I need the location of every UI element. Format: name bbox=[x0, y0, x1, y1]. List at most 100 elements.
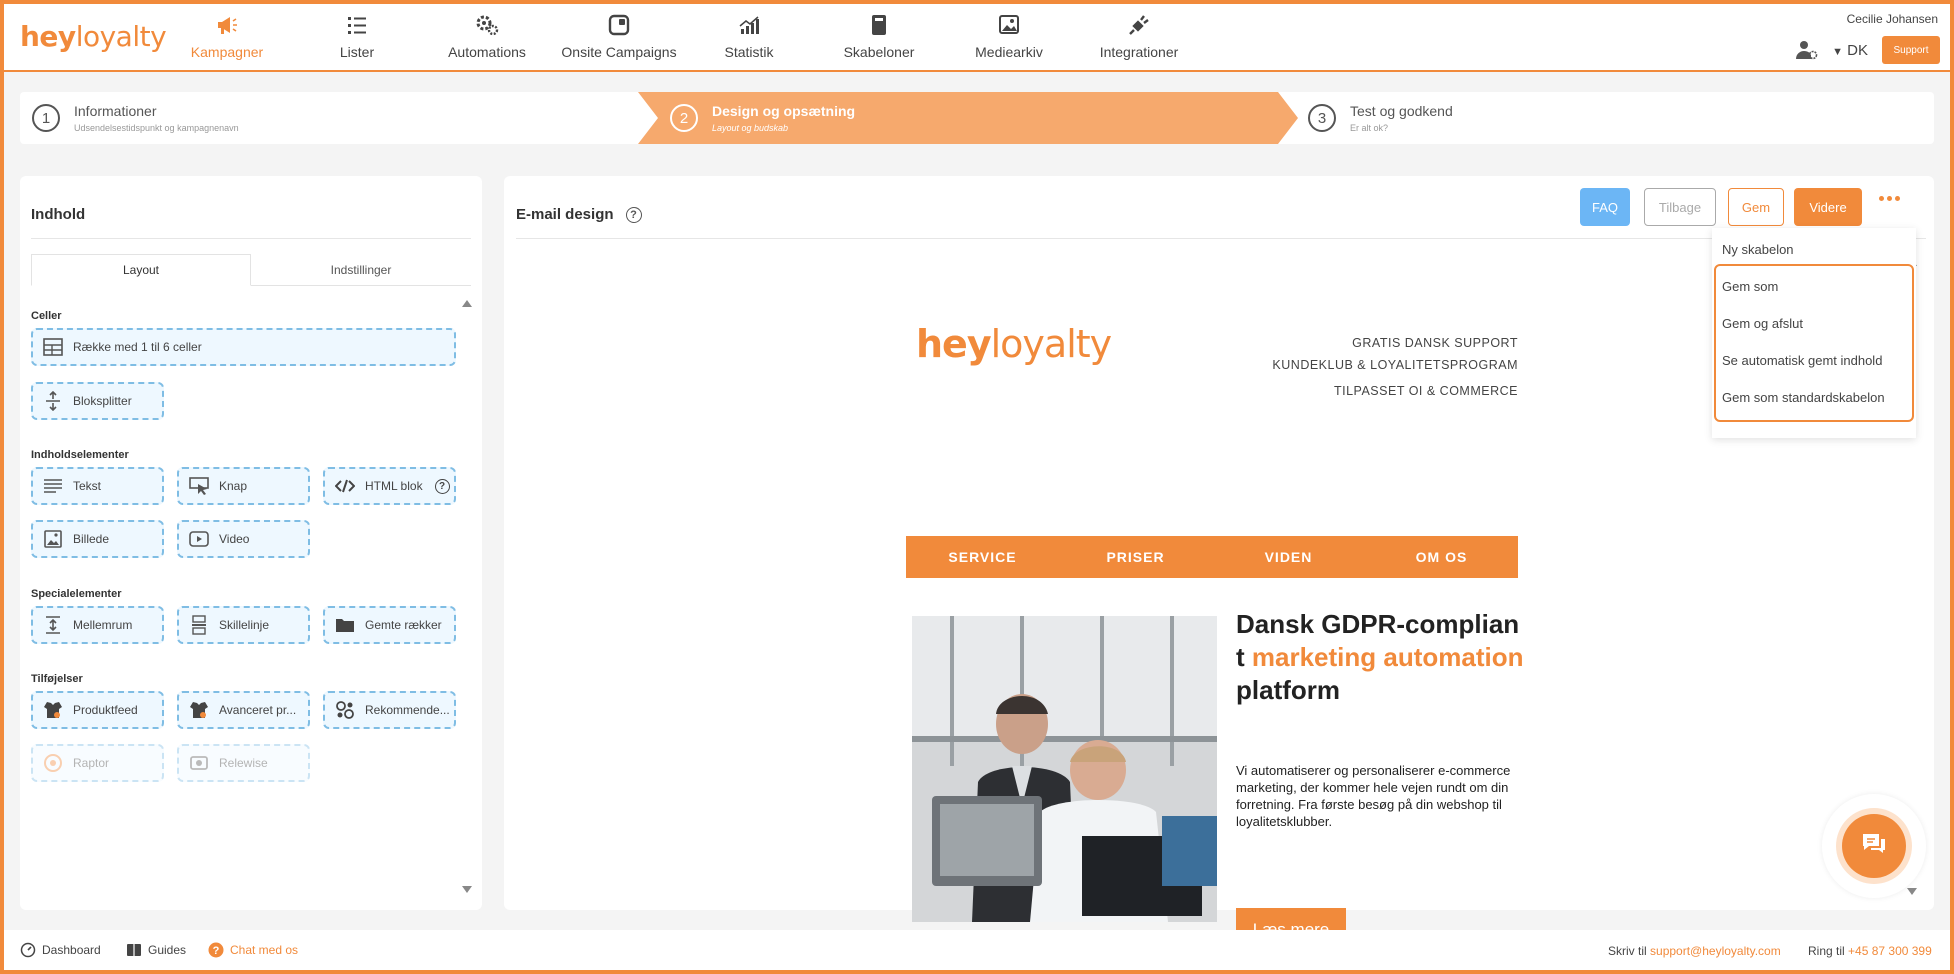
email-tagline: TILPASSET OI & COMMERCE bbox=[1334, 384, 1518, 398]
email-logo: heyloyalty bbox=[916, 322, 1112, 366]
element-html-blok[interactable]: HTML blok ? bbox=[323, 467, 456, 505]
nav-label: Automations bbox=[448, 44, 526, 60]
user-settings-icon[interactable] bbox=[1796, 40, 1818, 65]
panel-title: E-mail design bbox=[516, 206, 614, 223]
scroll-up-arrow[interactable] bbox=[462, 300, 472, 307]
onsite-icon bbox=[554, 14, 684, 38]
step-informationer[interactable]: 1 Informationer Udsendelsestidspunkt og … bbox=[32, 92, 239, 144]
section-label-tilfojelser: Tilføjelser bbox=[31, 673, 83, 685]
element-skillelinje[interactable]: Skillelinje bbox=[177, 606, 310, 644]
chat-widget-button[interactable] bbox=[1842, 814, 1906, 878]
support-phone-link[interactable]: +45 87 300 399 bbox=[1848, 944, 1932, 958]
megaphone-icon bbox=[162, 14, 292, 38]
email-menu-item[interactable]: VIDEN bbox=[1212, 536, 1365, 578]
folder-icon bbox=[335, 615, 355, 635]
element-label: Gemte rækker bbox=[365, 618, 442, 632]
step-subtitle: Er alt ok? bbox=[1350, 123, 1389, 133]
menu-item-gem-og-afslut[interactable]: Gem og afslut bbox=[1722, 316, 1803, 331]
email-menu-item[interactable]: SERVICE bbox=[906, 536, 1059, 578]
element-label: Bloksplitter bbox=[73, 394, 132, 408]
email-preview[interactable]: heyloyalty GRATIS DANSK SUPPORT KUNDEKLU… bbox=[906, 266, 1523, 952]
footer-chat-link[interactable]: ? Chat med os bbox=[208, 942, 298, 958]
element-bloksplitter[interactable]: Bloksplitter bbox=[31, 382, 164, 420]
text-lines-icon bbox=[43, 476, 63, 496]
email-menu-item[interactable]: PRISER bbox=[1059, 536, 1212, 578]
language-label: DK bbox=[1847, 42, 1868, 59]
email-menu-item[interactable]: OM OS bbox=[1365, 536, 1518, 578]
nav-onsite-campaigns[interactable]: Onsite Campaigns bbox=[554, 14, 684, 60]
nav-statistik[interactable]: Statistik bbox=[684, 14, 814, 60]
element-row[interactable]: Række med 1 til 6 celler bbox=[31, 328, 456, 366]
support-email-link[interactable]: support@heyloyalty.com bbox=[1650, 944, 1781, 958]
email-headline: Dansk GDPR-compliant marketing automatio… bbox=[1236, 609, 1524, 705]
element-label: Avanceret pr... bbox=[219, 703, 297, 717]
support-button[interactable]: Support bbox=[1882, 36, 1940, 64]
menu-item-autosaved[interactable]: Se automatisk gemt indhold bbox=[1722, 353, 1882, 368]
email-menu: SERVICE PRISER VIDEN OM OS bbox=[906, 536, 1518, 578]
step-test[interactable]: 3 Test og godkend Er alt ok? bbox=[1308, 92, 1453, 144]
nav-automations[interactable]: Automations bbox=[422, 14, 552, 60]
chat-bubbles-icon bbox=[1860, 831, 1888, 862]
step-subtitle: Layout og budskab bbox=[712, 123, 789, 133]
tab-layout[interactable]: Layout bbox=[31, 254, 251, 286]
element-label: Billede bbox=[73, 532, 110, 546]
nav-lister[interactable]: Lister bbox=[292, 14, 422, 60]
divider-icon bbox=[189, 615, 209, 635]
more-options-icon[interactable] bbox=[1879, 196, 1900, 201]
plug-icon bbox=[1074, 14, 1204, 38]
nav-mediearkiv[interactable]: Mediearkiv bbox=[944, 14, 1074, 60]
save-button[interactable]: Gem bbox=[1728, 188, 1784, 226]
nav-label: Skabeloner bbox=[843, 44, 915, 60]
menu-item-gem-som[interactable]: Gem som bbox=[1722, 279, 1778, 294]
step-title: Informationer bbox=[74, 103, 157, 119]
raptor-icon bbox=[43, 753, 63, 773]
footer-label: Chat med os bbox=[230, 943, 299, 957]
step-title: Test og godkend bbox=[1350, 103, 1453, 119]
step-subtitle: Udsendelsestidspunkt og kampagnenavn bbox=[74, 123, 239, 133]
element-label: Video bbox=[219, 532, 250, 546]
next-button[interactable]: Videre bbox=[1794, 188, 1862, 226]
template-icon bbox=[814, 14, 944, 38]
nav-integrationer[interactable]: Integrationer bbox=[1074, 14, 1204, 60]
tab-indstillinger[interactable]: Indstillinger bbox=[251, 254, 471, 286]
element-video[interactable]: Video bbox=[177, 520, 310, 558]
menu-item-ny-skabelon[interactable]: Ny skabelon bbox=[1722, 242, 1794, 257]
element-gemte-raekker[interactable]: Gemte rækker bbox=[323, 606, 456, 644]
book-icon bbox=[126, 942, 142, 958]
nav-kampagner[interactable]: Kampagner bbox=[162, 14, 292, 60]
help-icon[interactable]: ? bbox=[625, 206, 642, 223]
element-rekommendation[interactable]: Rekommende... bbox=[323, 691, 456, 729]
element-knap[interactable]: Knap bbox=[177, 467, 310, 505]
element-tekst[interactable]: Tekst bbox=[31, 467, 164, 505]
faq-button[interactable]: FAQ bbox=[1580, 188, 1630, 226]
section-label-celler: Celler bbox=[31, 310, 62, 322]
content-panel: Indhold Layout Indstillinger Celler Rækk… bbox=[20, 176, 482, 910]
element-produktfeed[interactable]: Produktfeed bbox=[31, 691, 164, 729]
element-billede[interactable]: Billede bbox=[31, 520, 164, 558]
back-button[interactable]: Tilbage bbox=[1644, 188, 1716, 226]
step-design[interactable]: 2 Design og opsætning Layout og budskab bbox=[670, 92, 855, 144]
footer-dashboard-link[interactable]: Dashboard bbox=[20, 942, 101, 958]
shirt-feed-icon bbox=[189, 700, 209, 720]
element-avanceret[interactable]: Avanceret pr... bbox=[177, 691, 310, 729]
scroll-down-arrow[interactable] bbox=[462, 886, 472, 893]
element-mellemrum[interactable]: Mellemrum bbox=[31, 606, 164, 644]
language-selector[interactable]: ▼ DK bbox=[1832, 42, 1868, 59]
nav-skabeloner[interactable]: Skabeloner bbox=[814, 14, 944, 60]
nav-label: Integrationer bbox=[1099, 44, 1179, 60]
help-icon[interactable]: ? bbox=[434, 478, 450, 494]
divider bbox=[31, 238, 471, 239]
play-icon bbox=[189, 529, 209, 549]
step-number: 3 bbox=[1308, 104, 1336, 132]
email-hero-image bbox=[912, 616, 1217, 922]
section-label-specialelementer: Specialelementer bbox=[31, 588, 122, 600]
footer-email-info: Skriv til support@heyloyalty.com bbox=[1608, 944, 1781, 958]
element-label: Knap bbox=[219, 479, 248, 493]
footer-phone-info: Ring til +45 87 300 399 bbox=[1808, 944, 1932, 958]
menu-item-gem-som-standard[interactable]: Gem som standardskabelon bbox=[1722, 390, 1885, 405]
scroll-down-arrow[interactable] bbox=[1907, 888, 1917, 895]
code-icon bbox=[335, 476, 355, 496]
image-icon bbox=[43, 529, 63, 549]
footer-guides-link[interactable]: Guides bbox=[126, 942, 186, 958]
heyloyalty-logo[interactable]: heyloyalty bbox=[20, 20, 167, 53]
